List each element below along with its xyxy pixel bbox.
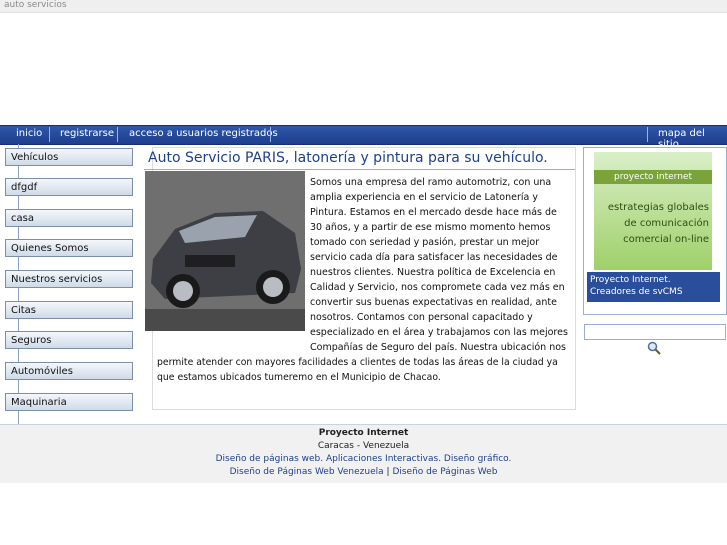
- text-line: permite atender con mayores facilidades …: [157, 357, 558, 368]
- ad-line: estrategias globales: [607, 202, 709, 213]
- top-bar: auto servicios: [0, 0, 727, 13]
- sidebar-item-dfgdf[interactable]: dfgdf: [5, 178, 133, 196]
- text-line: amplia experiencia en el servicio de Lat…: [310, 192, 538, 203]
- footer-services-link[interactable]: Diseño de páginas web. Aplicaciones Inte…: [0, 454, 727, 464]
- footer-link-venezuela[interactable]: Diseño de Páginas Web Venezuela: [230, 467, 384, 477]
- title-underline: [144, 169, 575, 170]
- text-line: tomado con seriedad y pasión, prestar un…: [310, 237, 540, 248]
- search-input[interactable]: [584, 324, 726, 340]
- car-icon: [145, 171, 305, 331]
- sidebar-item-maquinaria[interactable]: Maquinaria: [5, 393, 133, 411]
- sidebar-item-automoviles[interactable]: Automóviles: [5, 362, 133, 380]
- car-image: [145, 171, 305, 331]
- text-line: Pintura. Estamos en el mercado desde hac…: [310, 207, 557, 218]
- text-line: 30 años, y a partir de ese mismo momento…: [310, 222, 551, 233]
- ad-brand: proyecto internet: [594, 170, 712, 184]
- ad-line: comercial on-line: [623, 234, 709, 245]
- footer-links: Diseño de Páginas Web Venezuela | Diseño…: [0, 467, 727, 477]
- text-line: que estamos ubicados tumeremo en el Muni…: [157, 372, 441, 383]
- search-icon[interactable]: [647, 341, 661, 355]
- sidebar-item-quienes-somos[interactable]: Quienes Somos: [5, 239, 133, 257]
- footer: Proyecto Internet Caracas - Venezuela Di…: [0, 424, 727, 483]
- text-line: servicio cada día para satisfacer las ne…: [310, 252, 558, 263]
- text-line: Compañías de Seguro del país. Nuestra ub…: [310, 342, 566, 353]
- page-title: Auto Servicio PARIS, latonería y pintura…: [148, 150, 548, 166]
- text-line: nuestros clientes. Nuestra política de E…: [310, 267, 556, 278]
- sidebar-item-vehiculos[interactable]: Vehículos: [5, 148, 133, 166]
- ad-caption[interactable]: Proyecto Internet. Creadores de svCMS: [587, 272, 720, 302]
- sidebar-item-casa[interactable]: casa: [5, 209, 133, 227]
- sidebar-item-nuestros-servicios[interactable]: Nuestros servicios: [5, 270, 133, 288]
- footer-link-web[interactable]: Diseño de Páginas Web: [392, 467, 497, 477]
- footer-city: Caracas - Venezuela: [317, 441, 410, 451]
- text-line: convertir sus buenas expectativas en rea…: [310, 297, 557, 308]
- ad-banner[interactable]: proyecto internet estrategias globales d…: [594, 152, 712, 270]
- ad-line: de comunicación: [624, 218, 709, 229]
- sidebar-item-seguros[interactable]: Seguros: [5, 331, 133, 349]
- sidebar: Vehículos dfgdf casa Quienes Somos Nuest…: [0, 144, 140, 426]
- text-line: especializado en el área y trabajamos co…: [310, 327, 568, 338]
- nav-separator: [647, 127, 648, 142]
- main-nav: inicio registrarse acceso a usuarios reg…: [0, 125, 727, 150]
- text-line: Calidad y Servicio, nos compromete cada …: [310, 282, 565, 293]
- text-line: nosotros. Contamos con personal capacita…: [310, 312, 533, 323]
- nav-separator: [270, 127, 271, 142]
- footer-separator: |: [386, 467, 390, 477]
- intro-text-full: permite atender con mayores facilidades …: [157, 355, 571, 385]
- text-line: Somos una empresa del ramo automotriz, c…: [310, 177, 552, 188]
- nav-inicio[interactable]: inicio: [16, 128, 42, 139]
- nav-separator: [117, 127, 118, 142]
- footer-company: Proyecto Internet: [318, 428, 409, 438]
- nav-acceso[interactable]: acceso a usuarios registrados: [129, 128, 278, 139]
- nav-separator: [49, 127, 50, 142]
- intro-text-wrapped: Somos una empresa del ramo automotriz, c…: [310, 175, 572, 355]
- nav-registrarse[interactable]: registrarse: [60, 128, 114, 139]
- sidebar-item-citas[interactable]: Citas: [5, 301, 133, 319]
- top-bar-text: auto servicios: [4, 0, 67, 10]
